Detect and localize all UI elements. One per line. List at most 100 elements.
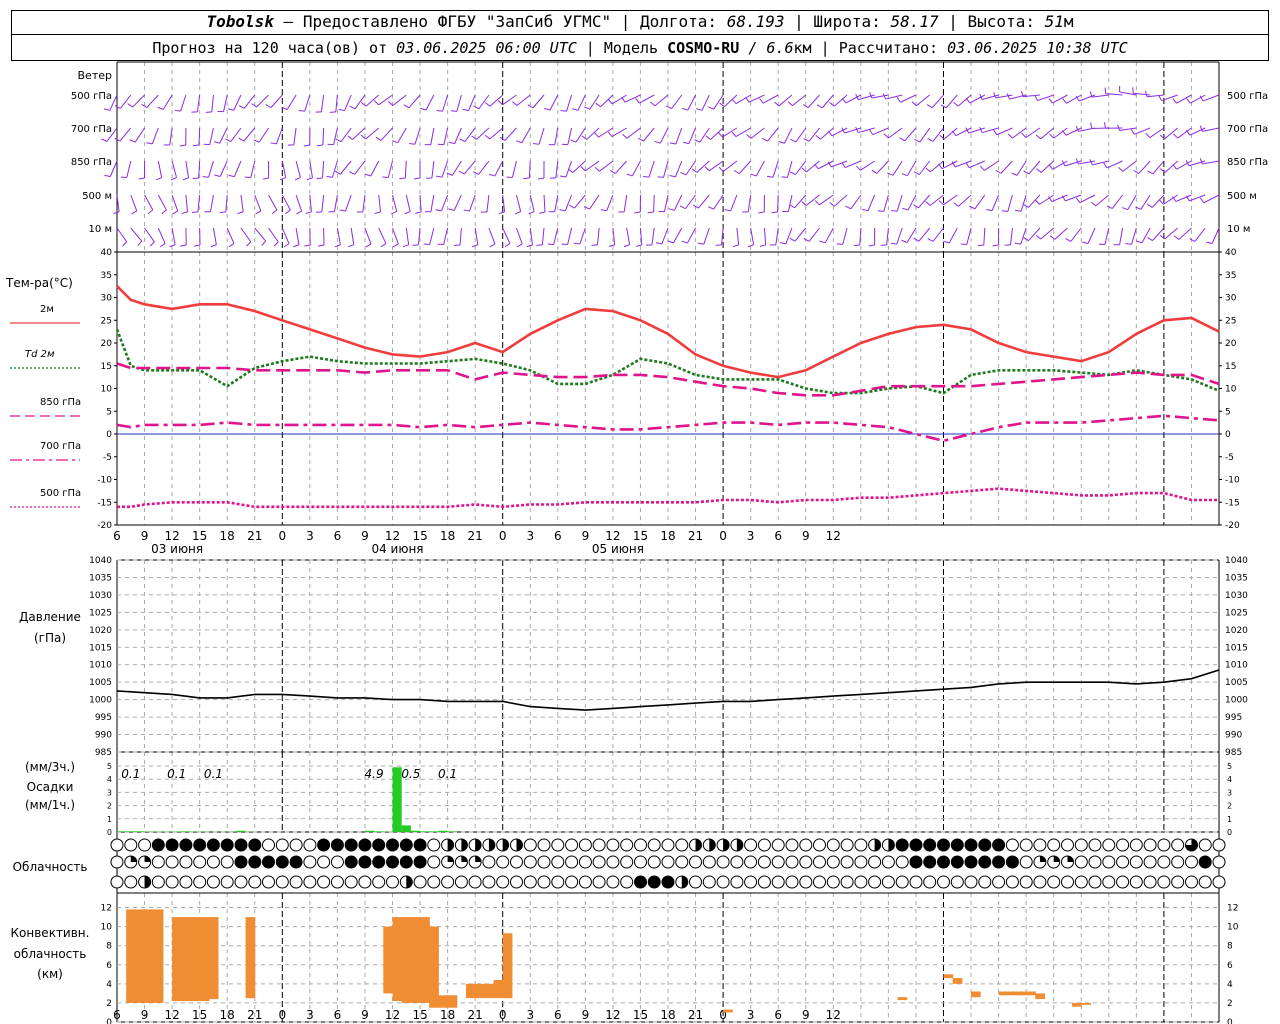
wind-barb-flag (697, 242, 704, 245)
pressure-tick-left: 1005 (89, 678, 112, 688)
wind-barb-flag (544, 107, 551, 111)
wind-barb (651, 227, 655, 245)
wind-barb-flag (1082, 241, 1089, 244)
temp-title: Тем-ра(°C) (5, 276, 73, 290)
cloud-symbol (565, 875, 579, 889)
wind-barb-flag (318, 244, 325, 247)
wind-barb (805, 194, 820, 206)
wind-barb-flag (415, 211, 422, 214)
cloud-symbol (317, 855, 331, 869)
wind-barb (1037, 94, 1054, 102)
precip-unit-3h: (мм/3ч.) (25, 760, 75, 774)
wind-barb (860, 160, 875, 171)
cloud-symbol-fill (978, 856, 991, 868)
wind-barb (654, 94, 669, 107)
wind-barb (440, 194, 449, 212)
wind-barb-flag (567, 168, 574, 173)
wind-barb (1016, 160, 1027, 176)
wind-barb (494, 160, 504, 177)
cloud-symbol (1061, 875, 1074, 889)
wind-barb (254, 194, 262, 212)
wind-barb-flag (1014, 242, 1021, 245)
cloud-title: Облачность (13, 860, 88, 874)
wind-barb (1054, 227, 1068, 240)
wind-barb (735, 127, 751, 138)
wind-barb-flag (642, 175, 650, 178)
wind-barb (157, 227, 166, 244)
wind-barb-flag (514, 211, 521, 215)
time-tick-label-bottom: 0 (499, 1008, 507, 1022)
wind-barb-flag (580, 166, 586, 172)
wind-barb (785, 227, 793, 245)
cloud-symbol (1047, 838, 1061, 852)
cloud-symbol-fill (358, 856, 371, 868)
wind-barb-flag (194, 244, 201, 247)
wind-barb (549, 94, 559, 111)
wind-barb (1000, 160, 1013, 174)
wind-barb-flag (484, 102, 491, 107)
wind-barb-flag (270, 142, 277, 145)
cloud-symbol (1047, 875, 1061, 889)
cloud-symbol (620, 875, 634, 889)
cloud-symbol-fill (923, 856, 936, 868)
wind-barb (1141, 227, 1151, 244)
wind-barb (750, 127, 765, 139)
wind-barb (984, 160, 999, 171)
cloud-symbol (1198, 875, 1212, 889)
wind-barb-flag (1075, 197, 1081, 204)
wind-barb-flag (390, 211, 397, 215)
conv-bar (1026, 991, 1036, 996)
wind-barb-flag (338, 108, 345, 112)
temp-tick-left: 40 (101, 248, 113, 258)
cloud-symbol (1102, 838, 1116, 852)
wind-barb-flag (869, 129, 874, 135)
cloud-symbol-fill (207, 839, 220, 851)
wind-barb (892, 160, 903, 176)
wind-barb-flag (718, 166, 724, 172)
cloud-symbol (923, 875, 937, 889)
cloud-symbol (1212, 855, 1226, 869)
cloud-symbol-fill (179, 839, 192, 851)
wind-barb-flag (488, 173, 495, 177)
time-tick-label-bottom: 18 (220, 1008, 235, 1022)
cloud-symbol (868, 855, 882, 869)
wind-barb-flag (404, 211, 411, 215)
wind-barb-flag (607, 131, 613, 137)
temp-tick-left: -20 (97, 521, 112, 531)
wind-barb (567, 127, 573, 145)
wind-barb-flag (279, 177, 286, 181)
temp-tick-right: 0 (1225, 430, 1231, 440)
conv-bar (135, 909, 146, 1003)
cloud-symbol (330, 855, 344, 869)
wind-barb (600, 94, 614, 108)
wind-barb (414, 127, 421, 145)
cloud-symbol (620, 855, 634, 869)
wind-barb-flag (399, 177, 406, 180)
wind-level-label-right: 500 м (1227, 191, 1257, 202)
wind-barb (1027, 194, 1041, 208)
wind-barb (240, 194, 244, 212)
wind-barb-flag (953, 101, 959, 107)
wind-barb-flag (303, 144, 310, 147)
wind-barb-flag (637, 137, 644, 142)
cloud-symbol (193, 855, 207, 869)
wind-barb (478, 94, 490, 110)
wind-barb (459, 227, 462, 245)
time-tick-label: 9 (141, 529, 149, 543)
wind-barb (233, 160, 242, 177)
wind-barb-flag (965, 97, 971, 104)
wind-barb-flag (573, 242, 580, 245)
wind-barb (468, 94, 476, 111)
cloud-symbol (372, 875, 386, 889)
cloud-symbol (757, 855, 771, 869)
wind-barb-flag (708, 106, 714, 110)
wind-barb-flag (516, 243, 523, 248)
wind-barb-flag (655, 242, 662, 245)
wind-barb-flag (705, 135, 711, 140)
wind-barb-flag (537, 177, 545, 180)
wind-barb-flag (463, 209, 470, 212)
cloud-symbol (771, 855, 785, 869)
wind-barb-flag (657, 176, 664, 178)
wind-barb (453, 194, 462, 211)
cloud-symbol (937, 875, 950, 889)
